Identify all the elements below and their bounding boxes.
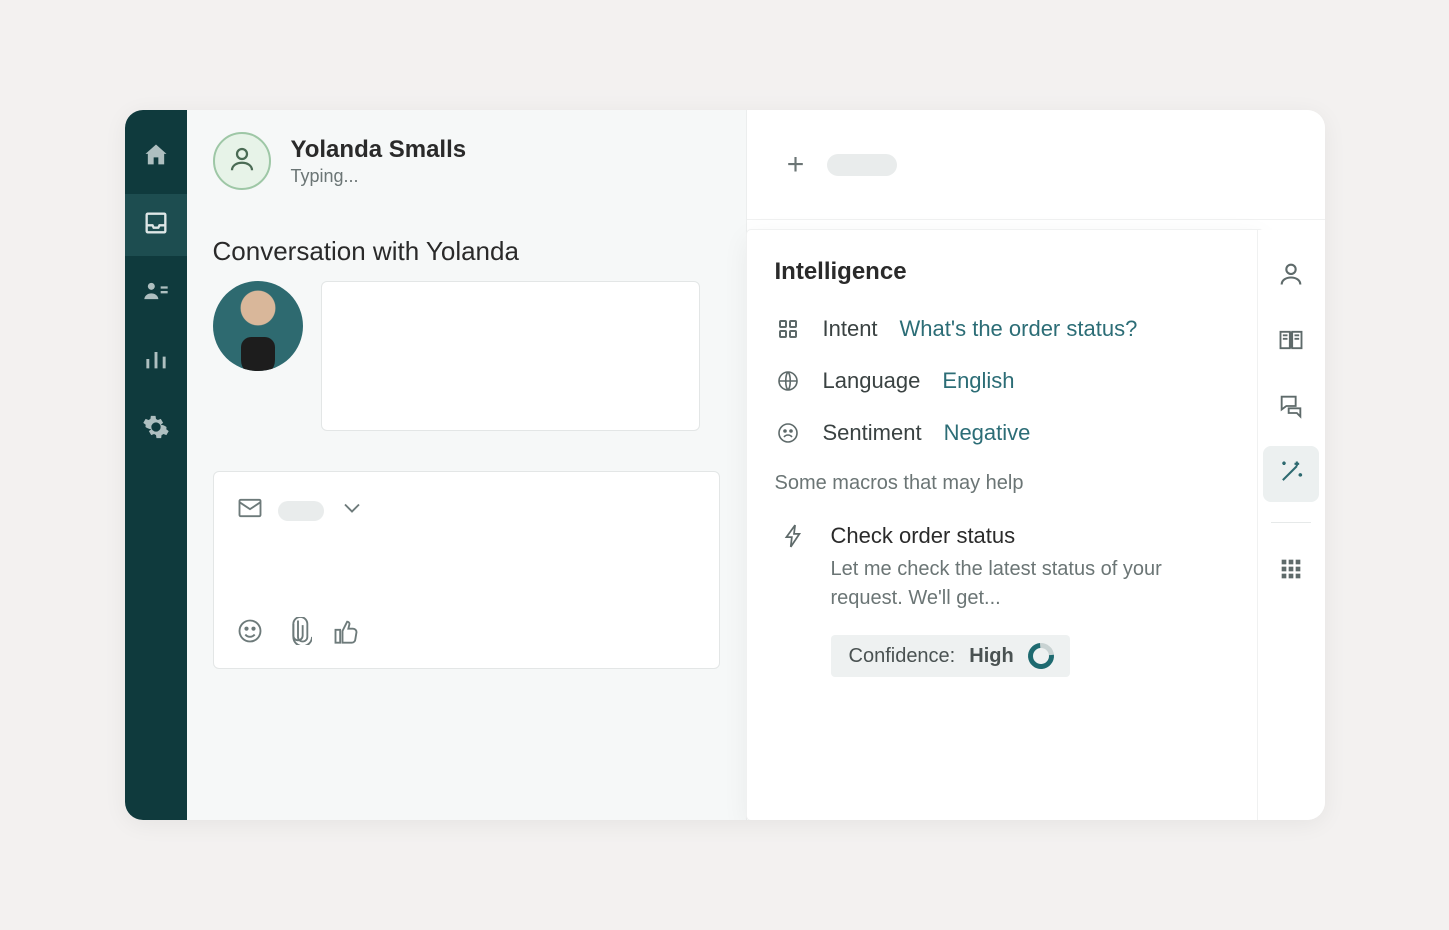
language-row: Language English	[775, 368, 1235, 394]
intent-label: Intent	[823, 316, 878, 342]
language-value[interactable]: English	[942, 368, 1014, 394]
mail-icon	[236, 494, 264, 527]
emoji-button[interactable]	[236, 617, 264, 650]
sad-face-icon	[775, 421, 801, 445]
confidence-value: High	[969, 645, 1013, 668]
conversation-panel: Yolanda Smalls Typing... Conversation wi…	[187, 110, 747, 820]
rail-profile[interactable]	[1263, 248, 1319, 304]
right-rail	[1257, 230, 1325, 820]
intelligence-title: Intelligence	[775, 258, 1235, 286]
macros-help-text: Some macros that may help	[775, 472, 1235, 495]
rail-intelligence[interactable]	[1263, 446, 1319, 502]
macro-description: Let me check the latest status of your r…	[831, 555, 1235, 613]
intent-row: Intent What's the order status?	[775, 316, 1235, 342]
contacts-icon	[142, 277, 170, 310]
sentiment-label: Sentiment	[823, 420, 922, 446]
nav-home[interactable]	[125, 126, 187, 188]
app-window: Yolanda Smalls Typing... Conversation wi…	[125, 110, 1325, 820]
confidence-label: Confidence:	[849, 645, 956, 668]
tab-placeholder	[827, 154, 897, 176]
intelligence-panel: Intelligence Intent What's the order sta…	[747, 230, 1263, 820]
lightning-icon	[781, 523, 811, 554]
macro-item[interactable]: Check order status Let me check the late…	[775, 519, 1235, 613]
rail-knowledge[interactable]	[1263, 314, 1319, 370]
message-row	[187, 277, 746, 441]
customer-status: Typing...	[291, 166, 467, 187]
chat-icon	[1277, 392, 1305, 425]
intent-value[interactable]: What's the order status?	[900, 316, 1138, 342]
rail-apps[interactable]	[1263, 543, 1319, 599]
thumbs-up-button[interactable]	[332, 617, 360, 650]
message-bubble	[321, 281, 700, 431]
message-composer[interactable]	[213, 471, 720, 669]
rail-conversations[interactable]	[1263, 380, 1319, 436]
progress-ring-icon	[1022, 638, 1059, 675]
nav-settings[interactable]	[125, 398, 187, 460]
nav-analytics[interactable]	[125, 330, 187, 392]
customer-header: Yolanda Smalls Typing...	[187, 110, 746, 212]
chevron-down-icon[interactable]	[338, 494, 366, 527]
left-nav	[125, 110, 187, 820]
confidence-chip: Confidence: High	[831, 635, 1070, 677]
book-icon	[1277, 326, 1305, 359]
nav-inbox[interactable]	[125, 194, 187, 256]
conversation-title: Conversation with Yolanda	[187, 212, 746, 277]
channel-pill	[278, 501, 324, 521]
magic-wand-icon	[1277, 458, 1305, 491]
nav-contacts[interactable]	[125, 262, 187, 324]
globe-icon	[775, 369, 801, 393]
macro-title: Check order status	[831, 523, 1235, 549]
person-icon	[227, 144, 257, 179]
grid-icon	[775, 317, 801, 341]
tab-strip: +	[747, 110, 1325, 220]
customer-avatar	[213, 132, 271, 190]
message-avatar	[213, 281, 303, 371]
gear-icon	[142, 413, 170, 446]
plus-icon: +	[787, 148, 805, 182]
apps-grid-icon	[1277, 555, 1305, 588]
sentiment-row: Sentiment Negative	[775, 420, 1235, 446]
home-icon	[142, 141, 170, 174]
rail-divider	[1271, 522, 1311, 523]
attachment-button[interactable]	[284, 617, 312, 650]
bar-chart-icon	[142, 345, 170, 378]
language-label: Language	[823, 368, 921, 394]
sentiment-value[interactable]: Negative	[944, 420, 1031, 446]
inbox-icon	[142, 209, 170, 242]
add-tab-button[interactable]: +	[781, 150, 811, 180]
customer-name: Yolanda Smalls	[291, 136, 467, 164]
person-icon	[1277, 260, 1305, 293]
